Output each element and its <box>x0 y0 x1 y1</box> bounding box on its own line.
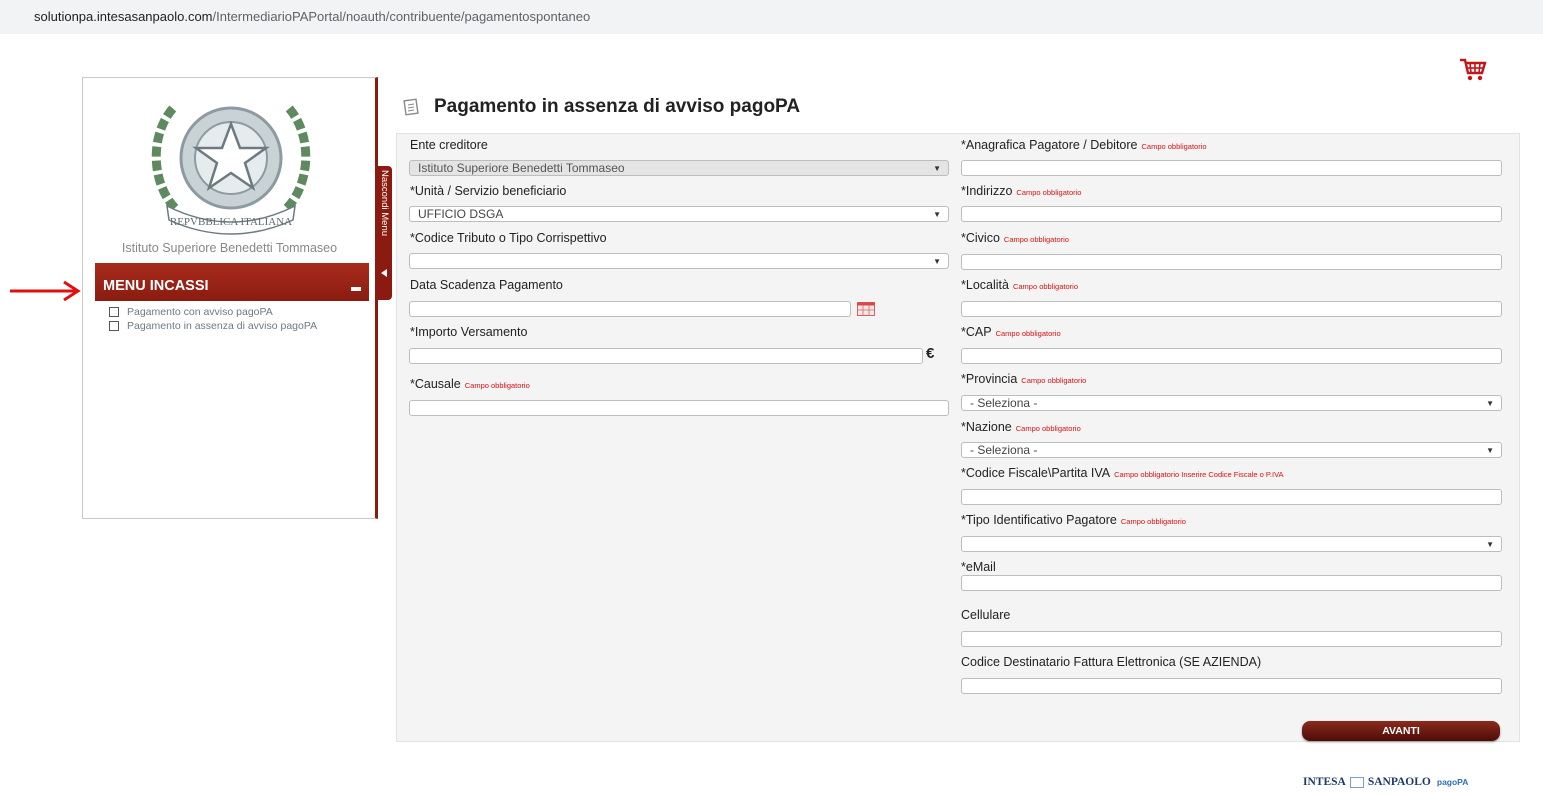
cellulare-label: Cellulare <box>961 608 1011 622</box>
required-note: Campo obbligatorio <box>1021 376 1087 385</box>
required-note: Campo obbligatorio Inserire Codice Fisca… <box>1114 470 1284 479</box>
sidebar: REPVBBLICA ITALIANA Istituto Superiore B… <box>82 77 378 519</box>
page-title: Pagamento in assenza di avviso pagoPA <box>402 96 800 118</box>
required-note: Campo obbligatorio <box>464 381 530 390</box>
required-note: Campo obbligatorio <box>1141 142 1207 151</box>
form-panel <box>396 133 1520 742</box>
nazione-label: *Nazione Campo obbligatorio <box>961 420 1081 434</box>
provincia-select[interactable]: - Seleziona - ▼ <box>961 395 1502 411</box>
unita-label: *Unità / Servizio beneficiario <box>410 184 567 198</box>
arrow-right-icon <box>10 280 81 302</box>
checkbox-icon <box>109 307 119 317</box>
required-note: Campo obbligatorio <box>1012 282 1078 291</box>
civico-input[interactable] <box>961 254 1502 270</box>
sidebar-item-pagamento-senza-avviso[interactable]: Pagamento in assenza di avviso pagoPA <box>109 320 317 332</box>
chevron-down-icon: ▼ <box>933 210 941 219</box>
required-note: Campo obbligatorio <box>1015 424 1081 433</box>
brand-left: INTESA <box>1303 776 1346 788</box>
civico-label: *Civico Campo obbligatorio <box>961 231 1069 245</box>
provincia-value: - Seleziona - <box>970 396 1038 410</box>
unita-select[interactable]: UFFICIO DSGA ▼ <box>409 206 949 222</box>
localita-input[interactable] <box>961 301 1502 317</box>
codice-fiscale-label: *Codice Fiscale\Partita IVA Campo obbliga… <box>961 466 1284 480</box>
email-label: *eMail <box>961 560 996 574</box>
required-note: Campo obbligatorio <box>995 329 1061 338</box>
sidebar-item-label: Pagamento in assenza di avviso pagoPA <box>127 320 318 332</box>
codice-destinatario-label: Codice Destinatario Fattura Elettronica … <box>961 655 1262 669</box>
provincia-label: *Provincia Campo obbligatorio <box>961 372 1086 386</box>
pagopa-logo: pagoPA <box>1436 777 1469 787</box>
tipo-identificativo-label-text: *Tipo Identificativo Pagatore <box>961 513 1117 527</box>
nazione-label-text: *Nazione <box>961 420 1012 434</box>
chevron-down-icon: ▼ <box>1486 540 1494 549</box>
tipo-identificativo-label: *Tipo Identificativo Pagatore Campo obbli… <box>961 513 1186 527</box>
avanti-button[interactable]: AVANTI <box>1302 721 1500 741</box>
required-note: Campo obbligatorio <box>1120 517 1186 526</box>
localita-label: *Località Campo obbligatorio <box>961 278 1078 292</box>
emblem-text: REPVBBLICA ITALIANA <box>170 216 292 228</box>
school-name: Istituto Superiore Benedetti Tommaseo <box>121 241 338 255</box>
chevron-down-icon: ▼ <box>1486 399 1494 408</box>
unita-value: UFFICIO DSGA <box>418 207 504 221</box>
page-title-text: Pagamento in assenza di avviso pagoPA <box>434 96 801 117</box>
ente-select[interactable]: Istituto Superiore Benedetti Tommaseo ▼ <box>409 160 949 176</box>
checkbox-icon <box>109 321 119 331</box>
civico-label-text: *Civico <box>961 231 1000 245</box>
indirizzo-input[interactable] <box>961 206 1502 222</box>
indirizzo-label: *Indirizzo Campo obbligatorio <box>961 184 1081 198</box>
required-note: Campo obbligatorio <box>1003 235 1069 244</box>
address-bar[interactable]: solutionpa.intesasanpaolo.com/Intermedia… <box>0 0 1543 34</box>
url-path: /IntermediarioPAPortal/noauth/contribuen… <box>212 9 591 24</box>
email-input[interactable] <box>961 575 1502 591</box>
data-scadenza-input[interactable] <box>409 301 851 317</box>
anagrafica-label-text: *Anagrafica Pagatore / Debitore <box>961 138 1138 152</box>
url-host: solutionpa.intesasanpaolo.com <box>34 9 213 24</box>
codice-fiscale-label-text: *Codice Fiscale\Partita IVA <box>961 466 1111 480</box>
repubblica-italiana-emblem: REPVBBLICA ITALIANA <box>151 102 311 235</box>
codice-destinatario-input[interactable] <box>961 678 1502 694</box>
nazione-select[interactable]: - Seleziona - ▼ <box>961 442 1502 458</box>
brand-right: SANPAOLO <box>1367 776 1431 788</box>
tipo-identificativo-select[interactable]: ▼ <box>961 536 1502 552</box>
provincia-label-text: *Provincia <box>961 372 1018 386</box>
hide-menu-label: Nascondi Menu <box>379 170 390 237</box>
importo-input[interactable] <box>409 348 923 364</box>
chevron-down-icon <box>351 287 361 291</box>
menu-incassi-header[interactable]: MENU INCASSI <box>95 263 369 301</box>
sidebar-item-label: Pagamento con avviso pagoPA <box>127 306 273 318</box>
codice-tributo-select[interactable]: ▼ <box>409 253 949 269</box>
ente-value: Istituto Superiore Benedetti Tommaseo <box>418 161 625 175</box>
ente-label: Ente creditore <box>410 138 488 152</box>
chevron-down-icon: ▼ <box>933 257 941 266</box>
codice-tributo-label: *Codice Tributo o Tipo Corrispettivo <box>410 231 607 245</box>
cap-label-text: *CAP <box>961 325 992 339</box>
chevron-down-icon: ▼ <box>1486 446 1494 455</box>
hide-menu-toggle[interactable]: Nascondi Menu <box>378 166 392 300</box>
nazione-value: - Seleziona - <box>970 443 1038 457</box>
cellulare-input[interactable] <box>961 631 1502 647</box>
anagrafica-input[interactable] <box>961 160 1502 176</box>
causale-label: *Causale Campo obbligatorio <box>410 377 530 391</box>
cap-input[interactable] <box>961 348 1502 364</box>
cart-icon[interactable] <box>1458 57 1488 83</box>
intesa-sanpaolo-logo: INTESA SANPAOLO pagoPA <box>1303 776 1468 788</box>
euro-symbol: € <box>926 345 935 362</box>
causale-input[interactable] <box>409 400 949 416</box>
brand-square-icon <box>1349 776 1364 788</box>
sidebar-item-pagamento-con-avviso[interactable]: Pagamento con avviso pagoPA <box>109 306 273 318</box>
chevron-down-icon: ▼ <box>933 164 941 173</box>
data-scadenza-label: Data Scadenza Pagamento <box>410 278 563 292</box>
calendar-icon[interactable] <box>857 302 875 316</box>
cap-label: *CAP Campo obbligatorio <box>961 325 1061 339</box>
causale-label-text: *Causale <box>410 377 461 391</box>
codice-fiscale-input[interactable] <box>961 489 1502 505</box>
required-note: Campo obbligatorio <box>1016 188 1082 197</box>
menu-title: MENU INCASSI <box>103 278 209 294</box>
document-icon <box>403 98 419 116</box>
anagrafica-label: *Anagrafica Pagatore / Debitore Campo obb… <box>961 138 1207 152</box>
indirizzo-label-text: *Indirizzo <box>961 184 1013 198</box>
chevron-left-icon <box>381 269 387 277</box>
localita-label-text: *Località <box>961 278 1009 292</box>
importo-label: *Importo Versamento <box>410 325 528 339</box>
